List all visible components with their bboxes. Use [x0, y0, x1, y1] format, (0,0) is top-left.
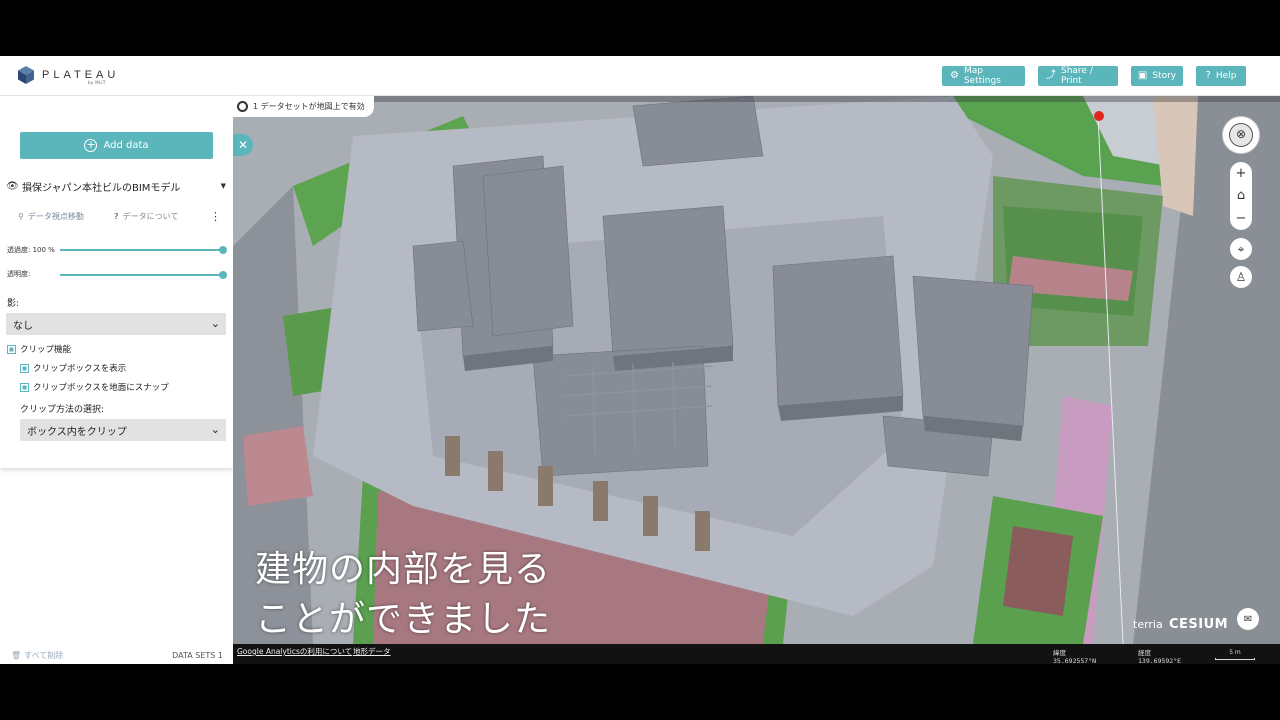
subtitle-line-2: ことができました — [255, 599, 552, 640]
latitude-readout: 緯度 35.692557°N — [1053, 649, 1096, 665]
layer-actions: ⚲ データ視点移動 ? データについて ⋮ — [18, 209, 221, 223]
plus-circle-icon: + — [84, 138, 98, 152]
compass-icon: ⊗ — [1229, 123, 1253, 147]
share-print-label: Share / Print — [1061, 66, 1093, 86]
sliders-icon: ⚙ — [950, 70, 959, 81]
clip-method-value: ボックス内をクリップ — [27, 426, 127, 438]
zoom-to-data-link[interactable]: ⚲ データ視点移動 — [18, 211, 84, 222]
trash-icon: 🗑 — [11, 651, 22, 660]
share-icon: ⤴ — [1046, 70, 1056, 81]
checkbox-checked-icon — [20, 382, 29, 392]
scale-label: 5 m — [1229, 649, 1241, 656]
clip-show-box-label: クリップボックスを表示 — [33, 364, 127, 374]
scale-bar-line — [1215, 658, 1255, 660]
terria-logo[interactable]: terria — [1133, 618, 1163, 631]
plateau-cube-icon — [18, 66, 34, 84]
zoom-out-icon[interactable]: − — [1236, 211, 1247, 226]
help-icon: ? — [1205, 70, 1211, 81]
transparency-label: 透明度: — [7, 270, 31, 278]
latitude-label: 緯度 — [1053, 649, 1066, 657]
workbench-panel: + Add data 👁 損保ジャパン本社ビルのBIMモデル ▼ ⚲ データ視点… — [0, 96, 233, 664]
opacity-label: 透過度: 100 % — [7, 246, 55, 254]
crosshair-icon: ⌖ — [1237, 241, 1245, 256]
transparency-slider[interactable] — [60, 274, 224, 276]
layers-ring-icon — [237, 101, 248, 112]
share-print-button[interactable]: ⤴ Share / Print — [1038, 66, 1118, 86]
pedestrian-icon: ♙ — [1235, 270, 1247, 284]
close-icon: ✕ — [237, 138, 249, 152]
add-data-button[interactable]: + Add data — [20, 132, 213, 159]
add-data-label: Add data — [103, 140, 149, 151]
shadow-select-value: なし — [13, 320, 33, 332]
checkbox-checked-icon — [20, 363, 29, 373]
workbench-card: + Add data 👁 損保ジャパン本社ビルのBIMモデル ▼ ⚲ データ視点… — [0, 96, 233, 468]
cesium-logo[interactable]: CESIUM — [1169, 617, 1228, 632]
clip-snap-label: クリップボックスを地面にスナップ — [33, 383, 169, 393]
logo-text: PLATEAU — [42, 68, 120, 81]
eye-icon[interactable]: 👁 — [6, 181, 22, 192]
clip-feature-label: クリップ機能 — [20, 345, 72, 355]
compass-control[interactable]: ⊗ — [1222, 116, 1260, 154]
layer-name[interactable]: 損保ジャパン本社ビルのBIMモデル — [22, 179, 180, 194]
active-datasets-status: 1 データセットが地図上で有効 — [233, 96, 374, 117]
active-datasets-text: 1 データセットが地図上で有効 — [253, 102, 365, 111]
zoom-in-icon[interactable]: + — [1236, 166, 1247, 181]
shadow-label: 影: — [7, 299, 20, 309]
question-icon: ? — [114, 211, 119, 221]
about-data-link[interactable]: ? データについて — [114, 211, 178, 222]
map-data-link[interactable]: 地形データ — [353, 646, 391, 657]
analytics-link[interactable]: Google Analyticsの利用について — [237, 646, 352, 657]
my-location-button[interactable]: ⌖ — [1230, 238, 1252, 260]
caret-down-icon[interactable]: ▼ — [221, 182, 226, 190]
clip-method-select[interactable]: ボックス内をクリップ ⌄ — [20, 419, 226, 441]
story-button[interactable]: ▣ Story — [1131, 66, 1183, 86]
letterbox-bottom — [0, 664, 1280, 720]
clip-snap-checkbox[interactable]: クリップボックスを地面にスナップ — [20, 381, 169, 393]
zoom-to-data-label: データ視点移動 — [27, 211, 84, 221]
logo-subtext: by MLIT — [88, 80, 106, 85]
checkbox-checked-icon — [7, 344, 16, 354]
shadow-select[interactable]: なし ⌄ — [6, 313, 226, 335]
location-pin-icon: ⚲ — [18, 211, 24, 221]
letterbox-top — [0, 0, 1280, 56]
clip-show-box-checkbox[interactable]: クリップボックスを表示 — [20, 362, 126, 374]
chevron-down-icon: ⌄ — [210, 423, 220, 436]
map-footer-bar: Google Analyticsの利用について 地形データ 緯度 35.6925… — [233, 644, 1280, 665]
longitude-readout: 経度 139.69592°E — [1138, 649, 1181, 665]
app-header: PLATEAU by MLIT ⚙ Map Settings ⤴ Share /… — [0, 56, 1280, 96]
story-label: Story — [1152, 71, 1177, 81]
opacity-slider-handle[interactable] — [219, 246, 227, 254]
map-settings-button[interactable]: ⚙ Map Settings — [942, 66, 1025, 86]
transparency-slider-handle[interactable] — [219, 271, 227, 279]
more-options-icon[interactable]: ⋮ — [210, 210, 221, 223]
clip-method-label: クリップ方法の選択: — [20, 405, 105, 415]
layer-header: 👁 損保ジャパン本社ビルのBIMモデル ▼ — [6, 178, 228, 194]
help-label: Help — [1215, 71, 1237, 81]
subtitle-line-1: 建物の内部を見る — [255, 549, 552, 590]
longitude-label: 経度 — [1138, 649, 1151, 657]
help-button[interactable]: ? Help — [1196, 66, 1246, 86]
chat-icon: ✉ — [1243, 613, 1253, 625]
pedestrian-mode-button[interactable]: ♙ — [1230, 266, 1252, 288]
workbench-footer: 🗑 すべて削除 DATA SETS 1 — [0, 648, 233, 664]
opacity-slider[interactable] — [60, 249, 224, 251]
about-data-label: データについて — [122, 211, 179, 221]
map-settings-label: Map Settings — [963, 66, 1001, 86]
clear-all-button[interactable]: 🗑 すべて削除 — [11, 650, 63, 661]
datasets-count: DATA SETS 1 — [172, 651, 223, 660]
home-icon[interactable]: ⌂ — [1237, 188, 1245, 203]
zoom-controls: + ⌂ − — [1230, 162, 1252, 230]
clear-all-label: すべて削除 — [24, 651, 64, 660]
clip-feature-checkbox[interactable]: クリップ機能 — [7, 343, 71, 355]
map-viewport[interactable]: 1 データセットが地図上で有効 ✕ ⊗ + ⌂ − ⌖ ♙ 建物の内部を見る こ… — [233, 96, 1280, 644]
feedback-button[interactable]: ✉ — [1237, 608, 1259, 630]
story-icon: ▣ — [1137, 70, 1148, 81]
chevron-down-icon: ⌄ — [210, 317, 220, 330]
scale-bar: 5 m — [1215, 649, 1255, 660]
